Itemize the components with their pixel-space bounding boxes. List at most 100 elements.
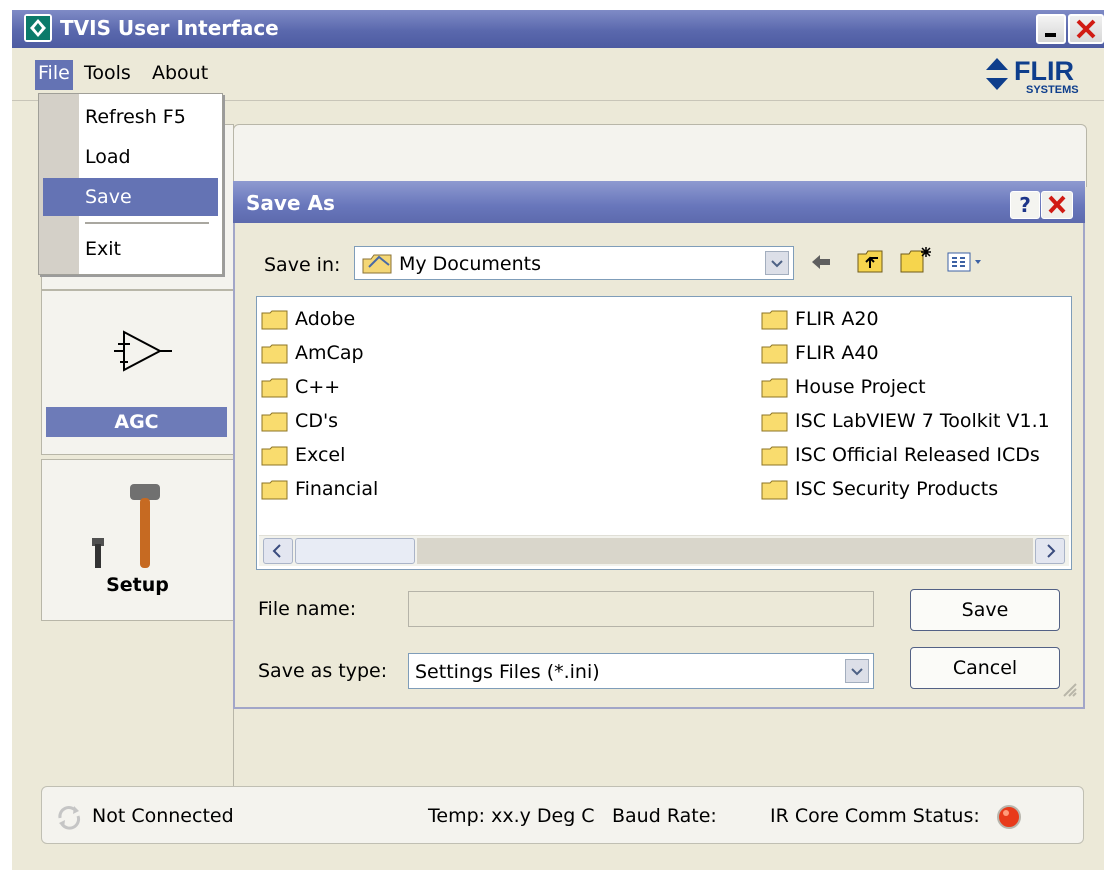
dialog-close-button[interactable] [1041, 191, 1073, 219]
list-item[interactable]: House Project [761, 373, 926, 401]
file-list[interactable]: Adobe AmCap C++ CD's Excel Financial FLI… [256, 296, 1072, 570]
cancel-button-label: Cancel [952, 657, 1018, 679]
status-led-icon [997, 805, 1021, 829]
scroll-right-button[interactable] [1035, 538, 1065, 564]
flir-logo: FLIR SYSTEMS [982, 54, 1104, 98]
folder-icon [761, 412, 789, 432]
list-item-label: AmCap [295, 342, 364, 364]
list-item[interactable]: ISC Official Released ICDs [761, 441, 1040, 469]
list-item[interactable]: FLIR A20 [761, 305, 879, 333]
folder-icon [761, 446, 789, 466]
file-name-label: File name: [258, 598, 357, 620]
save-as-type-value: Settings Files (*.ini) [415, 661, 600, 683]
content-top-frame [233, 124, 1087, 187]
list-item-label: FLIR A40 [795, 342, 879, 364]
cancel-button[interactable]: Cancel [910, 647, 1060, 689]
menu-item-exit[interactable]: Exit [85, 238, 121, 260]
list-item-label: House Project [795, 376, 926, 398]
menu-tools[interactable]: Tools [84, 62, 131, 84]
list-item[interactable]: CD's [261, 407, 338, 435]
back-arrow-icon[interactable] [808, 250, 834, 274]
connection-status: Not Connected [92, 805, 234, 827]
folder-icon [261, 344, 289, 364]
minimize-button[interactable] [1036, 14, 1066, 44]
minimize-icon [1045, 33, 1056, 37]
refresh-icon[interactable] [52, 802, 86, 832]
up-folder-icon[interactable] [856, 248, 886, 276]
file-name-field[interactable] [408, 591, 874, 627]
my-documents-icon [362, 254, 392, 274]
close-icon [1076, 19, 1096, 39]
folder-icon [761, 344, 789, 364]
menu-separator [85, 222, 209, 224]
folder-icon [761, 480, 789, 500]
menu-about[interactable]: About [152, 62, 208, 84]
folder-icon [261, 412, 289, 432]
app-icon [24, 14, 52, 42]
scrollbar-track[interactable] [417, 538, 1033, 564]
help-button[interactable]: ? [1010, 191, 1040, 219]
temperature-readout: Temp: xx.y Deg C [428, 805, 595, 827]
folder-icon [761, 378, 789, 398]
list-item-label: C++ [295, 376, 341, 398]
chevron-down-icon [851, 668, 863, 676]
view-menu-icon[interactable] [946, 250, 986, 274]
save-as-type-dropdown-button[interactable] [845, 659, 869, 683]
list-item-label: CD's [295, 410, 339, 432]
resize-grip-icon[interactable] [1058, 678, 1078, 698]
save-as-type-dropdown[interactable]: Settings Files (*.ini) [408, 653, 874, 689]
setup-panel[interactable]: Setup [41, 459, 234, 621]
list-item[interactable]: Financial [261, 475, 378, 503]
ir-core-status-label: IR Core Comm Status: [770, 805, 980, 827]
flir-logo-icon [986, 58, 1008, 90]
save-in-dropdown-button[interactable] [765, 251, 789, 275]
close-button[interactable] [1068, 14, 1104, 44]
baud-rate-label: Baud Rate: [612, 805, 717, 827]
save-as-type-label: Save as type: [258, 660, 388, 682]
folder-icon [261, 480, 289, 500]
agc-panel[interactable]: AGC [41, 290, 234, 455]
list-item-label: ISC Official Released ICDs [795, 444, 1040, 466]
list-item-label: Financial [295, 478, 379, 500]
close-icon [1048, 195, 1066, 214]
folder-icon [261, 378, 289, 398]
list-item-label: Adobe [295, 308, 356, 330]
new-folder-icon[interactable] [898, 244, 934, 276]
content-bottom-frame [233, 705, 1086, 785]
list-item-label: ISC LabVIEW 7 Toolkit V1.1 [795, 410, 1050, 432]
list-item[interactable]: Excel [261, 441, 345, 469]
hammer-icon [92, 484, 160, 568]
menu-item-refresh[interactable]: Refresh F5 [85, 106, 186, 128]
scroll-left-icon [272, 544, 281, 558]
scroll-left-button[interactable] [263, 538, 293, 564]
dialog-title-bar[interactable] [233, 181, 1085, 223]
list-item[interactable]: ISC Security Products [761, 475, 998, 503]
menu-file[interactable]: File [38, 62, 70, 84]
folder-icon [761, 310, 789, 330]
menu-item-load[interactable]: Load [85, 146, 131, 168]
list-item[interactable]: FLIR A40 [761, 339, 879, 367]
flir-logo-text: FLIR [1014, 56, 1074, 86]
horizontal-scrollbar[interactable] [259, 535, 1069, 566]
list-item[interactable]: ISC LabVIEW 7 Toolkit V1.1 [761, 407, 1050, 435]
window-title: TVIS User Interface [60, 16, 279, 40]
file-menu: Refresh F5 Load Save Exit [38, 93, 223, 275]
help-icon: ? [1019, 193, 1031, 217]
folder-icon [261, 310, 289, 330]
list-item[interactable]: C++ [261, 373, 340, 401]
save-button[interactable]: Save [910, 589, 1060, 631]
setup-label: Setup [106, 574, 169, 596]
save-in-dropdown[interactable]: My Documents [354, 246, 794, 280]
scroll-right-icon [1047, 544, 1056, 558]
list-item[interactable]: Adobe [261, 305, 355, 333]
dialog-title: Save As [246, 191, 335, 215]
list-item-label: Excel [295, 444, 346, 466]
scrollbar-thumb[interactable] [295, 538, 415, 564]
list-item[interactable]: AmCap [261, 339, 364, 367]
menu-item-save[interactable]: Save [85, 186, 132, 208]
chevron-down-icon [771, 260, 783, 268]
folder-icon [261, 446, 289, 466]
save-in-value: My Documents [399, 253, 542, 275]
agc-label: AGC [46, 407, 227, 437]
flir-logo-subtext: SYSTEMS [1026, 84, 1079, 96]
